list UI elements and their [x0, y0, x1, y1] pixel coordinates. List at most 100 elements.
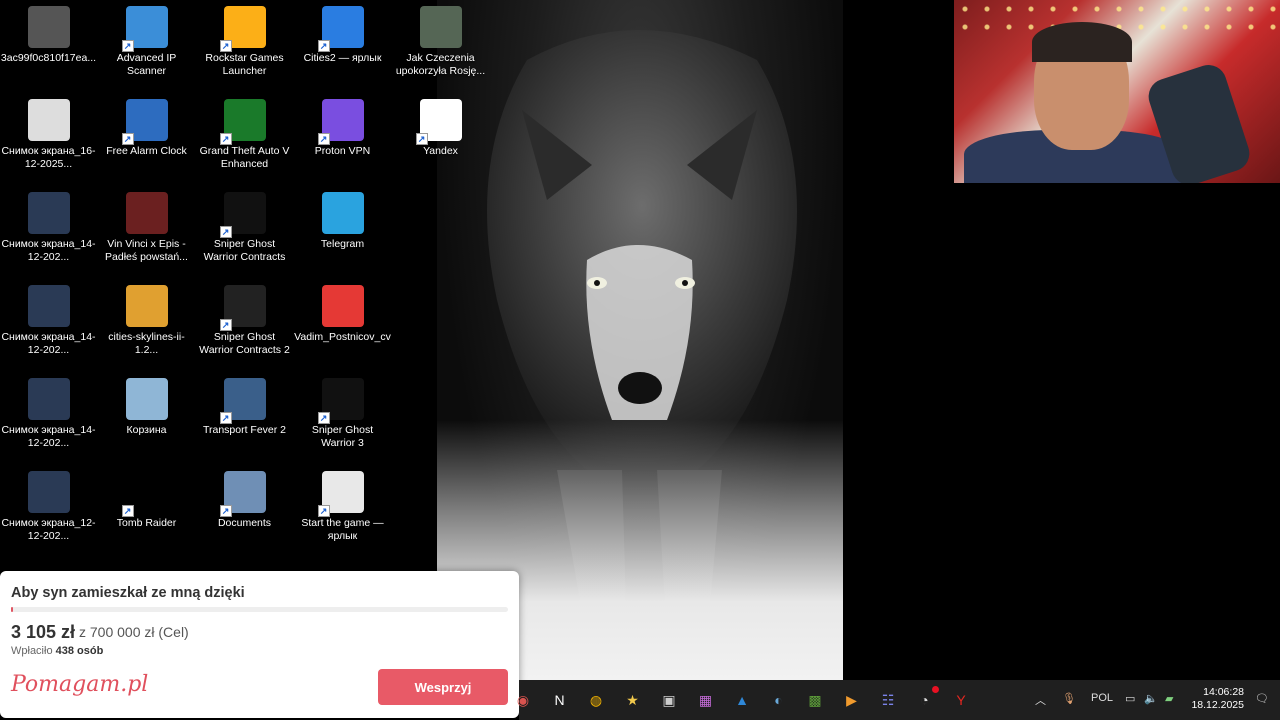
- taskbar: ◉ N ◍ ★ ▣ ▦ ▲ ◐ ▩ ▶ ☷ ◔ Y ︿ 🎙 POL ▭ 🔈 ▰ 14:06:28 18.…: [517, 680, 1280, 720]
- desktop-icon-label: Free Alarm Clock: [106, 145, 187, 157]
- language-indicator[interactable]: POL: [1091, 692, 1113, 704]
- donation-supporters: Wpłaciło 438 osób: [11, 645, 103, 657]
- shortcut-arrow-icon: ↗: [121, 505, 134, 517]
- pomagam-logo[interactable]: Pomagam.pl: [11, 672, 148, 697]
- desktop-icon-label: Rockstar Games Launcher: [205, 52, 284, 77]
- desktop-icon-label: Documents: [217, 517, 272, 529]
- screenshot-file-icon: [27, 378, 70, 420]
- battery-icon[interactable]: ▰: [1165, 692, 1173, 705]
- desktop-icon[interactable]: ↗ Documents: [196, 465, 293, 553]
- shortcut-arrow-icon: ↗: [219, 40, 232, 52]
- rockstar-icon: ↗: [219, 6, 266, 52]
- alarm-clock-icon: ↗: [121, 99, 168, 145]
- cube-app-icon[interactable]: ▣: [657, 688, 681, 712]
- support-button[interactable]: Wesprzyj: [378, 669, 508, 705]
- desktop-icon[interactable]: Vin Vinci x Epis - Padłeś powstań...: [98, 186, 195, 274]
- microphone-icon[interactable]: 🎙: [1062, 692, 1076, 705]
- yandex-browser-icon[interactable]: Y: [949, 688, 973, 712]
- desktop-icon-label: Sniper Ghost Warrior Contracts 2: [199, 331, 290, 356]
- desktop-icon-label: cities-skylines-ii-1.2...: [108, 331, 185, 356]
- desktop-icon-label: Start the game — ярлык: [301, 517, 384, 542]
- desktop-icon[interactable]: ↗ Free Alarm Clock: [98, 93, 195, 181]
- desktop-icon-label: Jak Czeczenia upokorzyła Rosję...: [395, 52, 486, 77]
- desktop-icon-label: Transport Fever 2: [202, 424, 287, 436]
- desktop-icon[interactable]: ↗ Sniper Ghost Warrior Contracts 2: [196, 279, 293, 367]
- clock-date: 18.12.2025: [1191, 699, 1244, 711]
- donation-progress-fill: [11, 607, 14, 612]
- pdf-file-icon: [321, 285, 364, 327]
- desktop-icon[interactable]: Telegram: [294, 186, 391, 274]
- clock[interactable]: 14:06:28 18.12.2025: [1191, 686, 1244, 712]
- screenshot-file-icon: [27, 99, 70, 141]
- desktop-icon[interactable]: ↗ Proton VPN: [294, 93, 391, 181]
- telegram-icon: [321, 192, 364, 234]
- yandex-icon: ↗: [415, 99, 462, 145]
- desktop-icon[interactable]: ↗ Yandex: [392, 93, 489, 181]
- rocket-icon: [125, 285, 168, 327]
- shortcut-arrow-icon: ↗: [219, 226, 232, 238]
- desktop-icon-label: Снимок экрана_14-12-202...: [1, 331, 96, 356]
- desktop-icon[interactable]: Vadim_Postnicov_cv: [294, 279, 391, 367]
- donation-widget: Aby syn zamieszkał ze mną dzięki 3 105 z…: [0, 571, 519, 718]
- desktop-icon-label: Telegram: [320, 238, 365, 250]
- desktop-icon[interactable]: ↗ Sniper Ghost Warrior 3: [294, 372, 391, 460]
- desktop-icon[interactable]: ↗ Advanced IP Scanner: [98, 0, 195, 88]
- shortcut-arrow-icon: ↗: [219, 505, 232, 517]
- recycle-bin-icon: [125, 378, 168, 420]
- desktop-icon-label: Снимок экрана_14-12-202...: [1, 238, 96, 263]
- sgw-contracts-icon: ↗: [219, 192, 266, 238]
- red-app-icon[interactable]: ◉: [511, 688, 535, 712]
- desktop-icon-label: 3ac99f0c810f17ea...: [0, 52, 97, 64]
- minecraft-icon[interactable]: ▩: [803, 688, 827, 712]
- color-grid-icon[interactable]: ▦: [694, 688, 718, 712]
- desktop-icon[interactable]: Снимок экрана_16-12-2025...: [0, 93, 97, 181]
- desktop-icon[interactable]: ↗ Rockstar Games Launcher: [196, 0, 293, 88]
- media-player-icon[interactable]: ▶: [840, 688, 864, 712]
- desktop-icon[interactable]: Снимок экрана_14-12-202...: [0, 372, 97, 460]
- star-app-icon[interactable]: ★: [621, 688, 645, 712]
- desktop-icon[interactable]: ↗ Sniper Ghost Warrior Contracts: [196, 186, 293, 274]
- desktop-icon[interactable]: cities-skylines-ii-1.2...: [98, 279, 195, 367]
- sgw-contracts-2-icon: ↗: [219, 285, 266, 331]
- video-file-icon: [419, 6, 462, 48]
- desktop-icon[interactable]: Снимок экрана_12-12-202...: [0, 465, 97, 553]
- vpn-app-icon[interactable]: ◔: [913, 686, 939, 712]
- notifications-icon[interactable]: 🗨: [1255, 692, 1269, 705]
- screenshot-file-icon: [27, 285, 70, 327]
- desktop-icon-label: Корзина: [126, 424, 167, 436]
- shortcut-arrow-icon: ↗: [317, 505, 330, 517]
- desktop-icon[interactable]: ↗ Start the game — ярлык: [294, 465, 391, 553]
- desktop[interactable]: 3ac99f0c810f17ea... Снимок экрана_16-12-2…: [0, 0, 1280, 720]
- screenshot-file-icon: [27, 192, 70, 234]
- desktop-icon[interactable]: Jak Czeczenia upokorzyła Rosję...: [392, 0, 489, 88]
- desktop-icon[interactable]: 3ac99f0c810f17ea...: [0, 0, 97, 88]
- desktop-icon[interactable]: Снимок экрана_14-12-202...: [0, 279, 97, 367]
- desktop-icon-label: Снимок экрана_16-12-2025...: [1, 145, 96, 170]
- photos-icon[interactable]: ▲: [730, 688, 754, 712]
- desktop-icon[interactable]: ↗ Transport Fever 2: [196, 372, 293, 460]
- desktop-icon[interactable]: Корзина: [98, 372, 195, 460]
- shortcut-arrow-icon: ↗: [219, 319, 232, 331]
- desktop-icon-label: Vadim_Postnicov_cv: [294, 331, 391, 343]
- notion-icon[interactable]: N: [548, 688, 572, 712]
- shortcut-arrow-icon: ↗: [219, 412, 232, 424]
- volume-icon[interactable]: 🔈: [1144, 692, 1158, 705]
- desktop-icon[interactable]: ↗ Cities2 — ярлык: [294, 0, 391, 88]
- steam-icon[interactable]: ◐: [767, 688, 791, 712]
- proton-vpn-icon: ↗: [317, 99, 364, 145]
- video-file-icon: [125, 192, 168, 234]
- desktop-icon[interactable]: ↗ Grand Theft Auto V Enhanced: [196, 93, 293, 181]
- webcam-overlay: [954, 0, 1280, 183]
- desktop-icon[interactable]: Снимок экрана_14-12-202...: [0, 186, 97, 274]
- shortcut-arrow-icon: ↗: [317, 133, 330, 145]
- teams-icon[interactable]: ☷: [876, 688, 900, 712]
- desktop-icon[interactable]: ↗ Tomb Raider: [98, 465, 195, 553]
- network-icon[interactable]: ▭: [1125, 692, 1135, 705]
- image-file-icon: [27, 6, 70, 48]
- desktop-icon-label: Sniper Ghost Warrior 3: [311, 424, 374, 449]
- chrome-icon[interactable]: ◍: [584, 688, 608, 712]
- gta-v-icon: ↗: [219, 99, 266, 145]
- cities2-icon: ↗: [317, 6, 364, 52]
- network-scanner-icon: ↗: [121, 6, 168, 52]
- tray-overflow-chevron-icon[interactable]: ︿: [1035, 692, 1046, 708]
